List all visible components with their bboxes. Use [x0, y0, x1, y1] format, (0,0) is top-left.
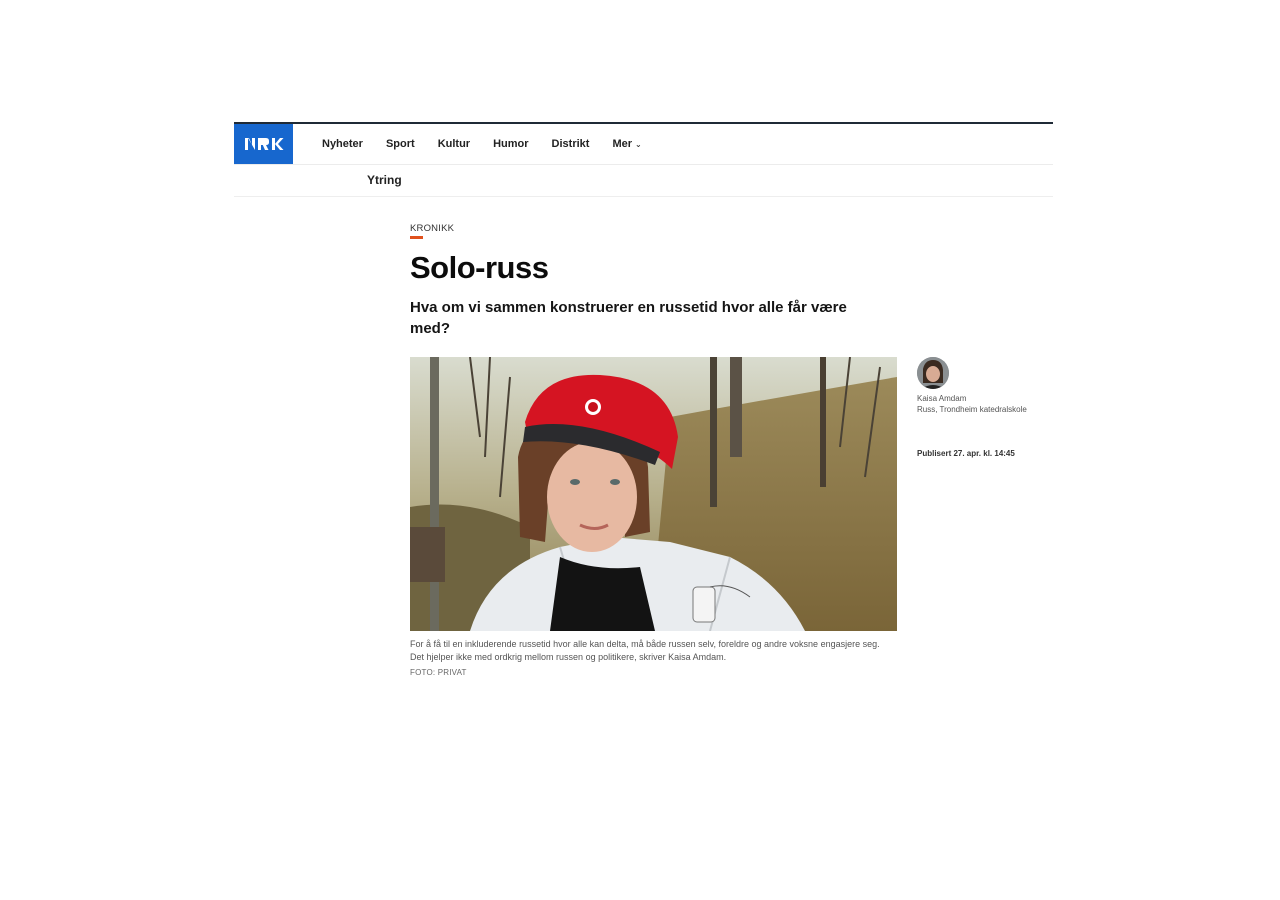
main-nav: Nyheter Sport Kultur Humor Distrikt Mer ⌄	[322, 124, 665, 164]
article-kicker: KRONIKK	[410, 223, 455, 234]
nav-item-label: Humor	[493, 138, 529, 150]
photo-caption: For å få til en inkluderende russetid hv…	[410, 639, 880, 662]
nav-item-distrikt[interactable]: Distrikt	[552, 138, 590, 150]
nrk-logo[interactable]	[234, 124, 293, 164]
section-subnav: Ytring	[234, 165, 1053, 197]
author-role: Russ, Trondheim katedralskole	[917, 405, 1027, 414]
article-photo[interactable]	[410, 357, 897, 631]
nrk-logo-icon	[244, 138, 283, 150]
author-avatar[interactable]	[917, 357, 949, 389]
author-avatar-image	[917, 357, 949, 389]
section-link-ytring[interactable]: Ytring	[367, 173, 402, 187]
article-page: Nyheter Sport Kultur Humor Distrikt Mer ⌄…	[234, 122, 1053, 682]
nav-item-kultur[interactable]: Kultur	[438, 138, 470, 150]
kicker-accent-bar	[410, 236, 423, 239]
nav-item-mer[interactable]: Mer ⌄	[612, 138, 641, 150]
article-title: Solo-russ	[410, 250, 549, 285]
nav-item-label: Nyheter	[322, 138, 363, 150]
nav-item-nyheter[interactable]: Nyheter	[322, 138, 363, 150]
portrait-photo-image	[410, 357, 897, 631]
nav-item-label: Distrikt	[551, 138, 590, 150]
nav-item-label: Kultur	[437, 138, 471, 150]
chevron-down-icon: ⌄	[635, 140, 642, 149]
site-header: Nyheter Sport Kultur Humor Distrikt Mer ⌄	[234, 124, 1053, 165]
article-lead: Hva om vi sammen konstruerer en russetid…	[410, 299, 847, 337]
nav-item-sport[interactable]: Sport	[386, 138, 415, 150]
nav-item-label: Mer	[612, 138, 633, 150]
author-name[interactable]: Kaisa Amdam	[917, 394, 966, 403]
photo-credit: FOTO: PRIVAT	[410, 668, 467, 677]
nav-item-humor[interactable]: Humor	[493, 138, 528, 150]
published-timestamp: Publisert 27. apr. kl. 14:45	[917, 449, 1015, 458]
nav-item-label: Sport	[385, 138, 415, 150]
